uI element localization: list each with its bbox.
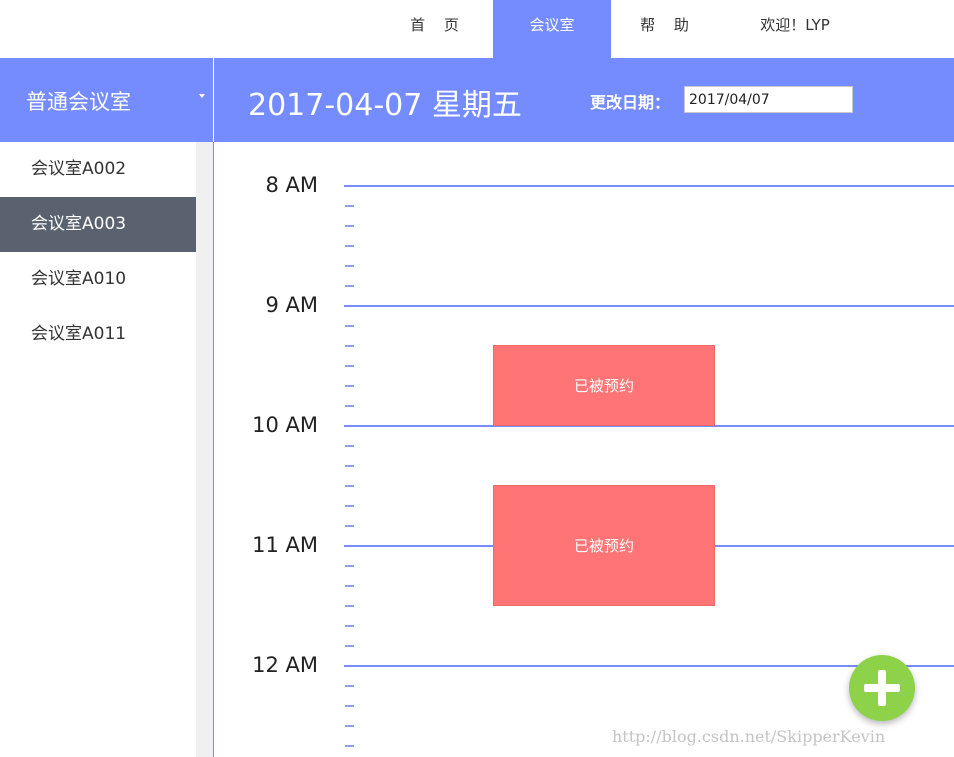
time-tick [345, 265, 354, 267]
sidebar-item-a002[interactable]: 会议室A002 [0, 142, 196, 197]
hour-line [344, 185, 954, 187]
hour-line [344, 305, 954, 307]
time-tick [345, 445, 354, 447]
header-band: 普通会议室 2017-04-07 星期五 更改日期： [0, 58, 954, 142]
sidebar: 会议室A002 会议室A003 会议室A010 会议室A011 [0, 142, 214, 757]
watermark: http://blog.csdn.net/SkipperKevin [612, 727, 886, 746]
time-tick [345, 325, 354, 327]
time-tick [345, 285, 354, 287]
sidebar-item-a010[interactable]: 会议室A010 [0, 252, 196, 307]
time-tick [345, 525, 354, 527]
time-tick [345, 365, 354, 367]
date-input[interactable] [684, 86, 853, 113]
welcome-user[interactable]: 欢迎！LYP [745, 0, 845, 58]
booking-block[interactable]: 已被预约 [493, 345, 715, 426]
time-tick [345, 225, 354, 227]
time-tick [345, 565, 354, 567]
time-tick [345, 685, 354, 687]
nav-home[interactable]: 首 页 [398, 0, 478, 58]
sidebar-item-a011[interactable]: 会议室A011 [0, 307, 196, 362]
time-tick [345, 725, 354, 727]
time-tick [345, 605, 354, 607]
time-tick [345, 645, 354, 647]
hour-label: 8 AM [265, 173, 318, 197]
room-type-dropdown[interactable]: 普通会议室 [0, 58, 214, 142]
time-tick [345, 345, 354, 347]
time-tick [345, 465, 354, 467]
nav-meeting-rooms[interactable]: 会议室 [493, 0, 611, 58]
hour-label: 9 AM [265, 293, 318, 317]
sidebar-scrollbar[interactable] [196, 142, 214, 757]
time-tick [345, 205, 354, 207]
room-list: 会议室A002 会议室A003 会议室A010 会议室A011 [0, 142, 196, 362]
current-date-title: 2017-04-07 星期五 [248, 88, 522, 123]
hour-label: 11 AM [252, 533, 318, 557]
time-tick [345, 385, 354, 387]
booking-block[interactable]: 已被预约 [493, 485, 715, 606]
time-tick [345, 485, 354, 487]
time-tick [345, 745, 354, 747]
day-schedule: 8 AM 9 AM 10 AM 11 AM 12 AM 已被预约 已被预约 [215, 142, 954, 757]
hour-label: 12 AM [252, 653, 318, 677]
add-booking-button[interactable] [849, 655, 915, 721]
time-tick [345, 625, 354, 627]
time-tick [345, 405, 354, 407]
time-tick [345, 705, 354, 707]
nav-help[interactable]: 帮 助 [628, 0, 708, 58]
time-tick [345, 505, 354, 507]
room-type-label: 普通会议室 [26, 90, 131, 114]
caret-down-icon [199, 94, 205, 98]
sidebar-item-a003[interactable]: 会议室A003 [0, 197, 196, 252]
top-navigation: 首 页 会议室 帮 助 欢迎！LYP [0, 0, 954, 58]
hour-label: 10 AM [252, 413, 318, 437]
time-tick [345, 585, 354, 587]
time-tick [345, 245, 354, 247]
change-date-label: 更改日期： [590, 93, 671, 112]
